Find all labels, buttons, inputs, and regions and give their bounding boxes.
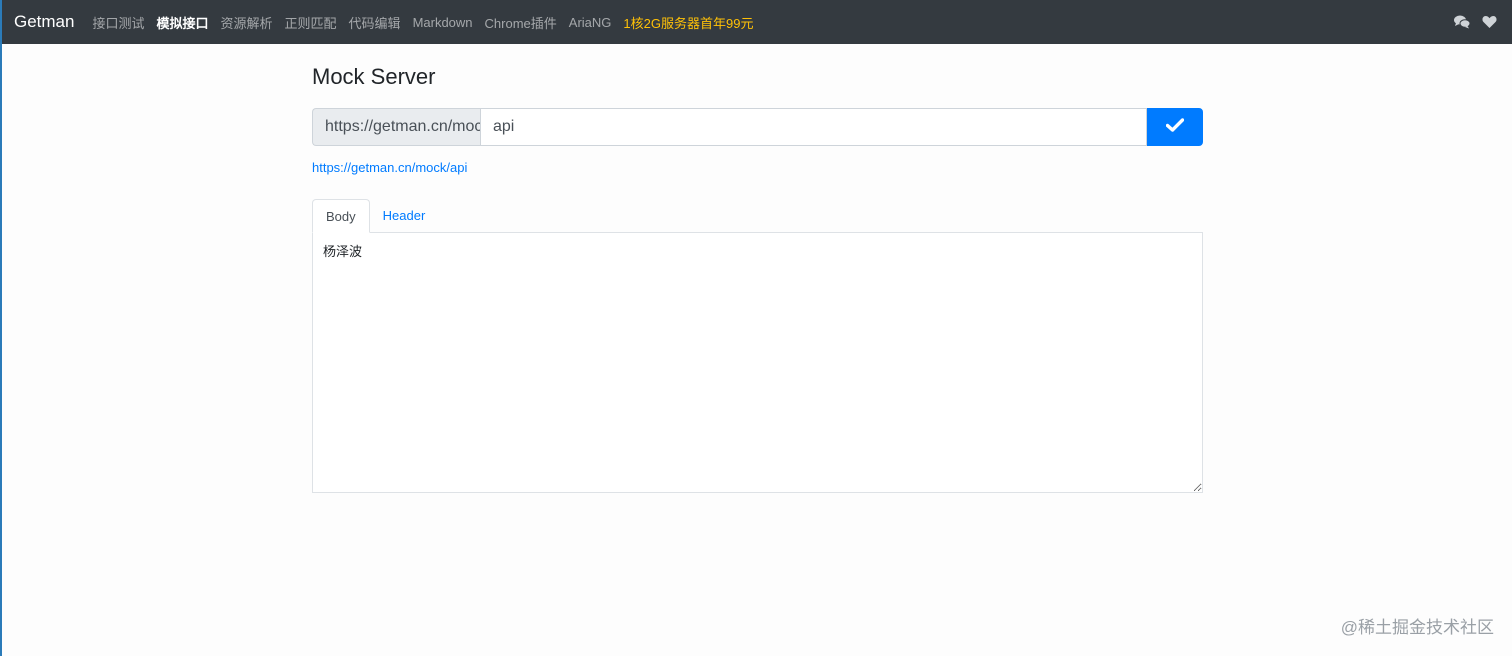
url-prefix: https://getman.cn/mock <box>312 108 490 146</box>
heart-icon[interactable] <box>1482 15 1498 29</box>
nav-link-code-editor[interactable]: 代码编辑 <box>343 13 407 32</box>
top-navbar: Getman 接口测试 模拟接口 资源解析 正则匹配 代码编辑 Markdown… <box>2 0 1512 44</box>
page: Getman 接口测试 模拟接口 资源解析 正则匹配 代码编辑 Markdown… <box>0 0 1512 656</box>
nav-link-api-test[interactable]: 接口测试 <box>86 13 150 32</box>
body-header-tabs: Body Header <box>312 199 1203 233</box>
nav-link-mock-api[interactable]: 模拟接口 <box>151 13 215 32</box>
tab-header[interactable]: Header <box>370 199 439 232</box>
nav-link-server-promo[interactable]: 1核2G服务器首年99元 <box>617 13 759 32</box>
comments-icon[interactable] <box>1454 15 1470 29</box>
mock-server-panel: Mock Server https://getman.cn/mock https… <box>312 44 1203 493</box>
mock-path-input[interactable] <box>480 108 1147 146</box>
brand-logo[interactable]: Getman <box>14 12 74 32</box>
page-title: Mock Server <box>312 64 436 89</box>
watermark: @稀土掘金技术社区 <box>1340 618 1494 637</box>
mock-url-link[interactable]: https://getman.cn/mock/api <box>312 160 467 175</box>
submit-button[interactable] <box>1147 108 1203 146</box>
nav-right-icons <box>1454 0 1498 44</box>
nav-links: 接口测试 模拟接口 资源解析 正则匹配 代码编辑 Markdown Chrome… <box>86 13 759 32</box>
nav-link-markdown[interactable]: Markdown <box>407 15 479 30</box>
nav-link-regex-match[interactable]: 正则匹配 <box>279 13 343 32</box>
check-icon <box>1165 117 1185 137</box>
nav-link-chrome-plugin[interactable]: Chrome插件 <box>479 13 563 32</box>
mock-url-input-group: https://getman.cn/mock <box>312 108 1203 146</box>
nav-link-resource-parse[interactable]: 资源解析 <box>215 13 279 32</box>
tab-body[interactable]: Body <box>312 199 370 233</box>
body-textarea[interactable]: 杨泽波 <box>312 233 1203 493</box>
nav-link-ariang[interactable]: AriaNG <box>563 15 618 30</box>
